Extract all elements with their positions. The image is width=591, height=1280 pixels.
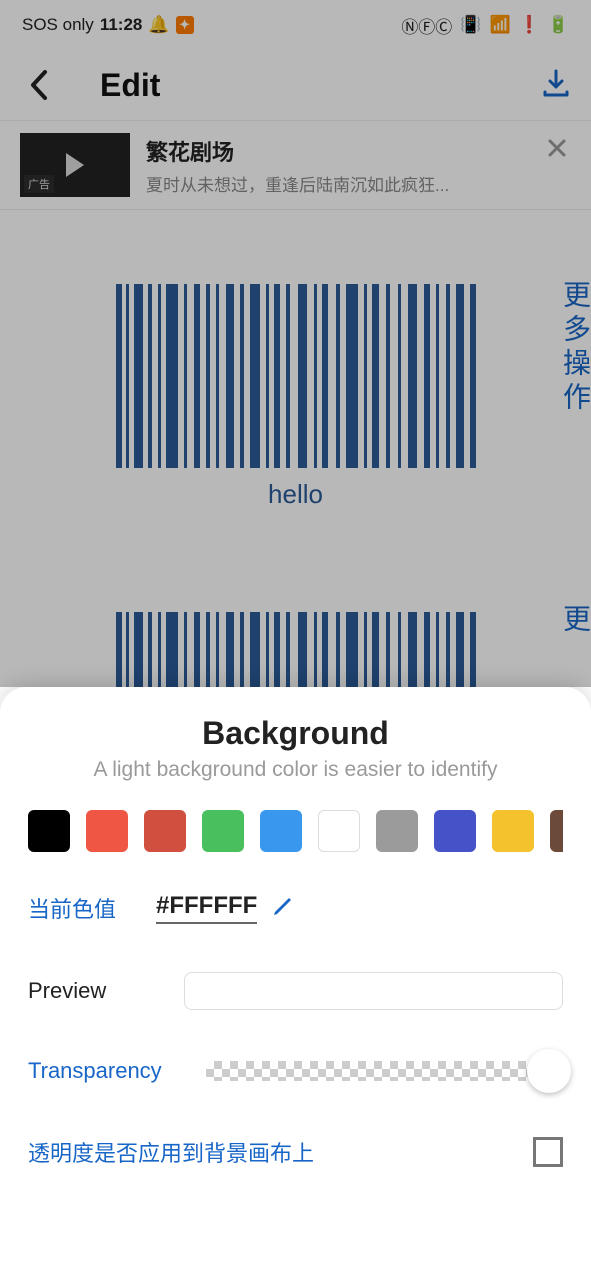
color-swatch[interactable] (144, 810, 186, 852)
more-actions-button[interactable]: 更多操作 (555, 280, 591, 416)
color-swatch[interactable] (492, 810, 534, 852)
color-swatch-row (28, 810, 563, 852)
battery-icon: 🔋 (548, 15, 569, 35)
barcode-image (116, 612, 476, 692)
preview-label: Preview (28, 978, 148, 1004)
barcode-list: 更多操作 更 (0, 210, 591, 737)
more-actions-button-2[interactable]: 更 (555, 604, 591, 632)
alert-icon: ❗ (519, 15, 540, 35)
apply-transparency-label: 透明度是否应用到背景画布上 (28, 1136, 314, 1168)
transparency-slider[interactable] (206, 1061, 563, 1081)
current-color-value[interactable]: #FFFFFF (156, 892, 257, 924)
page-title: Edit (100, 67, 160, 104)
bell-icon: 🔔 (148, 15, 169, 35)
chevron-left-icon (30, 70, 50, 100)
download-icon (541, 68, 571, 98)
ad-subtitle: 夏时从未想过，重逢后陆南沉如此疯狂... (146, 171, 449, 196)
wifi-icon: 📶 (489, 15, 510, 35)
apply-transparency-checkbox[interactable] (533, 1137, 563, 1167)
ad-close-button[interactable] (547, 137, 567, 165)
slider-thumb[interactable] (527, 1049, 571, 1093)
sheet-title: Background (28, 715, 563, 752)
color-swatch[interactable] (202, 810, 244, 852)
close-icon (547, 138, 567, 158)
sheet-subtitle: A light background color is easier to id… (28, 758, 563, 782)
background-sheet: Background A light background color is e… (0, 687, 591, 1280)
nfc-icon: ⓃⒻⒸ (401, 13, 452, 38)
ad-thumbnail: 广告 (20, 133, 130, 197)
color-swatch[interactable] (376, 810, 418, 852)
clock: 11:28 (100, 15, 143, 35)
transparency-label: Transparency (28, 1058, 162, 1084)
preview-swatch (184, 972, 563, 1010)
play-icon (66, 153, 84, 177)
pencil-icon (271, 894, 295, 918)
status-bar: SOS only 11:28 🔔 ✦ ⓃⒻⒸ 📳 📶 ❗ 🔋 (0, 0, 591, 50)
ad-banner[interactable]: 广告 繁花剧场 夏时从未想过，重逢后陆南沉如此疯狂... (0, 120, 591, 210)
status-icons: ⓃⒻⒸ 📳 📶 ❗ 🔋 (401, 13, 569, 38)
barcode-image (116, 284, 476, 468)
color-swatch[interactable] (434, 810, 476, 852)
current-color-label: 当前色值 (28, 892, 148, 924)
color-swatch[interactable] (318, 810, 360, 852)
download-button[interactable] (541, 68, 571, 103)
running-app-icon: ✦ (176, 16, 194, 34)
color-swatch[interactable] (86, 810, 128, 852)
edit-color-button[interactable] (271, 894, 295, 923)
ad-tag: 广告 (24, 175, 54, 193)
ad-title: 繁花剧场 (146, 135, 449, 167)
color-swatch[interactable] (550, 810, 563, 852)
app-header: Edit (0, 50, 591, 120)
color-swatch[interactable] (260, 810, 302, 852)
color-swatch[interactable] (28, 810, 70, 852)
back-button[interactable] (20, 65, 60, 105)
vibrate-icon: 📳 (460, 15, 481, 35)
barcode-text: hello (28, 479, 563, 510)
network-status: SOS only (22, 15, 94, 35)
barcode-card[interactable]: hello (28, 240, 563, 550)
